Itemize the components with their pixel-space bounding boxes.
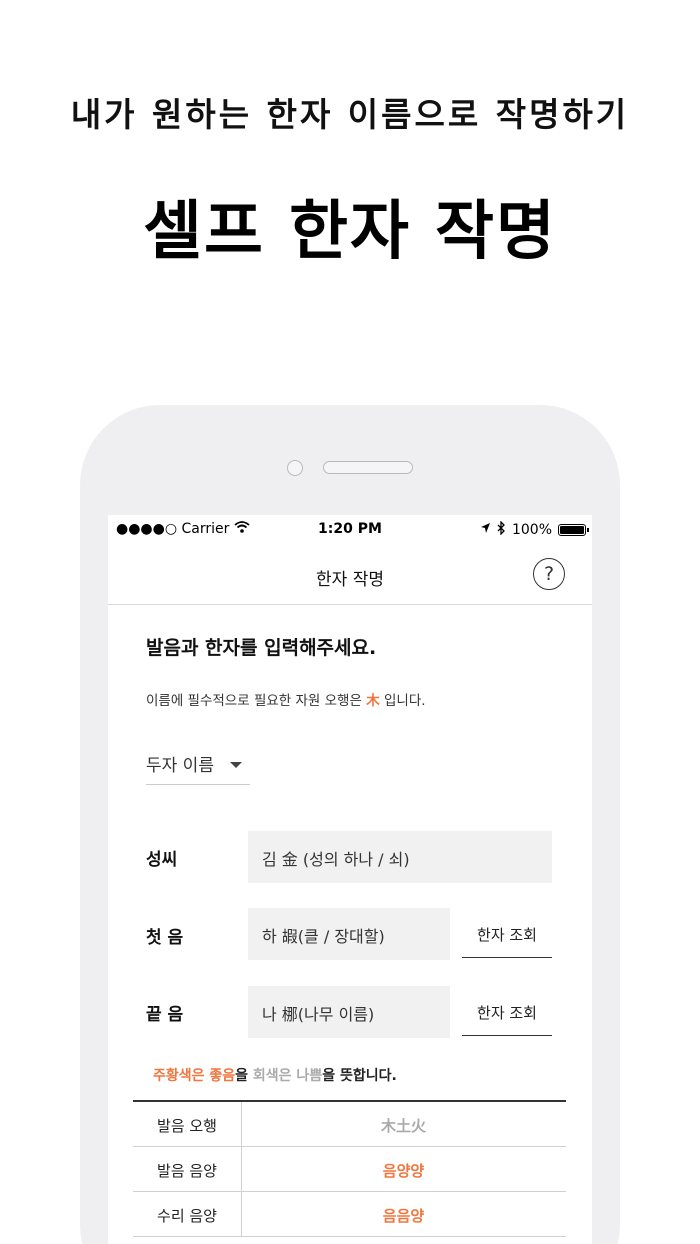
legend-good: 주황색은 좋음 [153, 1068, 236, 1084]
promo-title: 셀프 한자 작명 [143, 195, 557, 269]
promo-subtitle: 내가 원하는 한자 이름으로 작명하기 [70, 95, 630, 134]
notice-prefix: 이름에 필수적으로 필요한 자원 오행은 [146, 693, 362, 709]
color-legend: 주황색은 좋음을 회색은 나쁨을 뜻합니다. [153, 1065, 397, 1085]
last-syllable-lookup-button[interactable]: 한자 조회 [462, 986, 552, 1036]
first-syllable-label: 첫 음 [146, 928, 184, 948]
navigation-bar: 한자 작명 ? [108, 543, 592, 605]
battery-level [560, 526, 584, 534]
required-element: 木 [366, 693, 380, 709]
first-syllable-field[interactable]: 하 嘏(클 / 장대할) [248, 908, 450, 960]
last-syllable-field[interactable]: 나 梛(나무 이름) [248, 986, 450, 1038]
table-row: 발음 음양 음양양 [133, 1147, 566, 1192]
bluetooth-icon [497, 520, 506, 539]
phone-frame: ●●●●○ Carrier 1:20 PM 100% 한자 작명 ? 발음과 한… [80, 405, 620, 1244]
battery-icon [558, 524, 589, 536]
caret-down-icon [230, 762, 242, 768]
result-table: 발음 오행 木土火 발음 음양 음양양 수리 음양 음음양 [133, 1100, 566, 1244]
legend-end: 을 뜻합니다. [322, 1068, 397, 1084]
last-syllable-label: 끝 음 [146, 1005, 184, 1025]
name-type-value: 두자 이름 [146, 756, 214, 776]
form-heading: 발음과 한자를 입력해주세요. [146, 637, 377, 659]
name-type-dropdown[interactable]: 두자 이름 [146, 751, 250, 785]
battery-percent: 100% [511, 522, 552, 538]
phone-screen: ●●●●○ Carrier 1:20 PM 100% 한자 작명 ? 발음과 한… [108, 515, 592, 1244]
first-syllable-lookup-button[interactable]: 한자 조회 [462, 908, 552, 958]
location-arrow-icon [480, 522, 491, 538]
table-row [133, 1237, 566, 1244]
speaker-grille [323, 461, 413, 474]
result-value: 음음양 [382, 1207, 425, 1225]
result-value: 木土火 [380, 1117, 426, 1135]
surname-field[interactable]: 김 金 (성의 하나 / 쇠) [248, 831, 552, 883]
legend-mid: 을 [235, 1068, 249, 1084]
table-row: 수리 음양 음음양 [133, 1192, 566, 1237]
help-icon: ? [543, 563, 555, 585]
result-value: 음양양 [382, 1162, 425, 1180]
required-element-notice: 이름에 필수적으로 필요한 자원 오행은 木 입니다. [146, 689, 426, 709]
nav-title: 한자 작명 [316, 570, 384, 590]
help-button[interactable]: ? [533, 558, 565, 590]
result-label: 수리 음양 [157, 1207, 217, 1225]
table-row: 발음 오행 木土火 [133, 1102, 566, 1147]
status-bar: ●●●●○ Carrier 1:20 PM 100% [108, 515, 592, 543]
legend-bad: 회색은 나쁨 [252, 1068, 323, 1084]
result-label: 발음 오행 [157, 1117, 217, 1135]
result-label: 발음 음양 [157, 1162, 217, 1180]
front-camera [287, 460, 303, 476]
surname-label: 성씨 [146, 850, 178, 870]
notice-suffix: 입니다. [383, 693, 426, 709]
